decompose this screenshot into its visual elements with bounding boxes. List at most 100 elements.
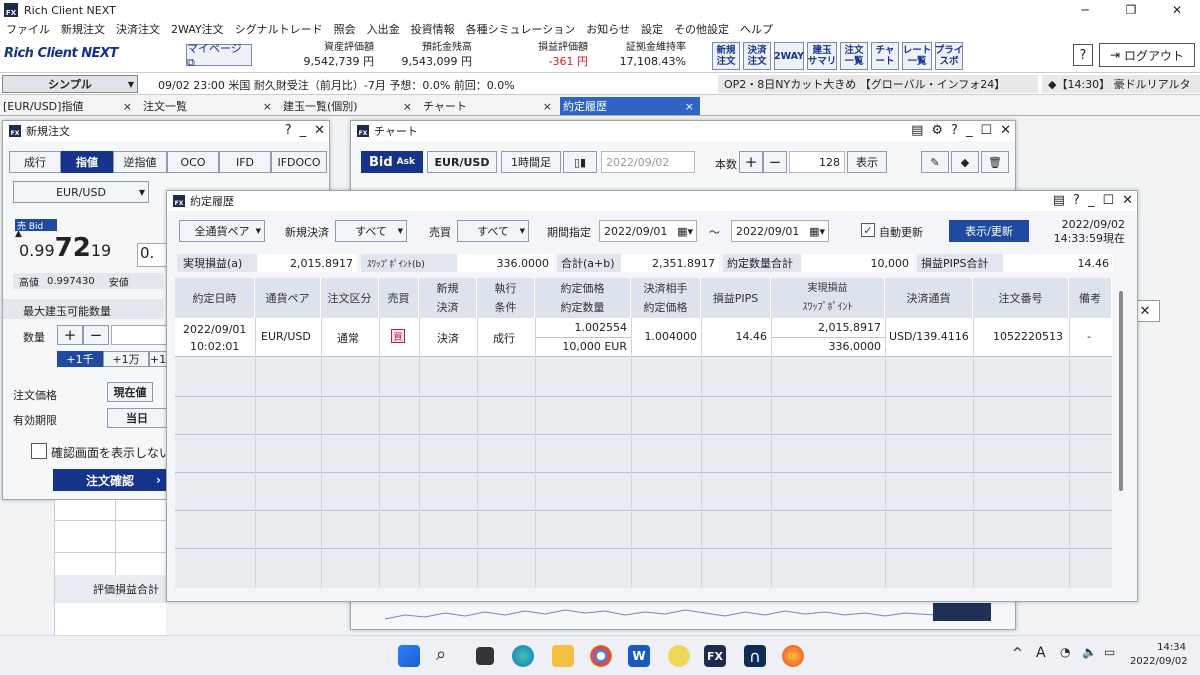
menu-info[interactable]: 投資情報 xyxy=(411,21,455,37)
menu-settings[interactable]: 設定 xyxy=(641,21,663,37)
chrome-icon[interactable] xyxy=(590,645,612,667)
period-select[interactable]: 1時間足 xyxy=(501,151,561,173)
close-icon[interactable]: × xyxy=(123,100,132,113)
tab-position-list[interactable]: 建玉一覧(個別) × xyxy=(280,97,418,115)
eraser-icon[interactable]: ◆ xyxy=(951,151,979,173)
order-type-limit[interactable]: 指値 xyxy=(61,151,113,173)
qty-input[interactable] xyxy=(111,325,167,345)
gear-icon[interactable]: ⚙ xyxy=(931,123,943,138)
menu-signal[interactable]: シグナルトレード xyxy=(235,21,323,37)
fx-app-icon[interactable]: FX xyxy=(704,645,726,667)
chart-date-input[interactable]: 2022/09/02 xyxy=(601,151,695,173)
side-select[interactable]: すべて ▼ xyxy=(457,220,529,242)
menu-notice[interactable]: お知らせ xyxy=(586,21,630,37)
chevron-up-icon[interactable]: ^ xyxy=(1012,646,1023,661)
close-icon[interactable]: ✕ xyxy=(1000,123,1011,138)
col-exec-datetime[interactable]: 約定日時 xyxy=(175,278,255,318)
qty-step-more[interactable]: +1 xyxy=(149,351,167,367)
col-counter-price[interactable]: 決済相手 約定価格 xyxy=(631,278,701,318)
help-icon[interactable]: ? xyxy=(951,123,958,138)
tab-order-list[interactable]: 注文一覧 × xyxy=(140,97,278,115)
speaker-icon[interactable]: 🔈 xyxy=(1082,645,1097,659)
close-icon[interactable]: × xyxy=(263,100,272,113)
close-icon[interactable]: × xyxy=(403,100,412,113)
tool-rate-list-button[interactable]: レート 一覧 xyxy=(902,42,932,70)
folder-icon[interactable] xyxy=(552,645,574,667)
minimize-icon[interactable]: _ xyxy=(966,123,973,138)
maximize-icon[interactable]: ☐ xyxy=(1102,193,1114,208)
menu-deposit[interactable]: 入出金 xyxy=(367,21,400,37)
count-input[interactable]: 128 xyxy=(789,151,845,173)
logout-button[interactable]: ⇥ ログアウト xyxy=(1099,43,1195,67)
display-mode-select[interactable]: シンプル ▼ xyxy=(2,75,138,93)
refresh-button[interactable]: 表示/更新 xyxy=(949,220,1029,242)
count-plus-button[interactable]: + xyxy=(739,151,763,173)
csv-icon[interactable]: ▤ xyxy=(911,123,923,138)
range-handle[interactable] xyxy=(933,603,991,621)
qty-minus-button[interactable]: − xyxy=(83,325,109,345)
maximize-icon[interactable]: ☐ xyxy=(980,123,992,138)
auto-update-checkbox[interactable]: ✓ xyxy=(861,223,875,237)
col-pips[interactable]: 損益PIPS xyxy=(701,278,771,318)
pair-filter-select[interactable]: 全通貨ペア ▼ xyxy=(179,220,265,242)
close-icon[interactable]: × xyxy=(543,100,552,113)
tool-price-board-button[interactable]: プライ スボ xyxy=(935,42,963,70)
new-close-select[interactable]: すべて ▼ xyxy=(335,220,407,242)
tool-order-list-button[interactable]: 注文 一覧 xyxy=(840,42,868,70)
wifi-icon[interactable]: ◔ xyxy=(1060,645,1070,659)
search-icon[interactable]: ⌕ xyxy=(436,644,446,665)
col-order-no[interactable]: 注文番号 xyxy=(973,278,1069,318)
close-icon[interactable]: × xyxy=(685,100,694,113)
order-confirm-button[interactable]: 注文確認 › xyxy=(53,469,167,491)
mypage-button[interactable]: マイページ ⧉ xyxy=(186,42,252,69)
edge-icon[interactable] xyxy=(512,645,534,667)
col-pair[interactable]: 通貨ペア xyxy=(255,278,321,318)
help-icon[interactable]: ? xyxy=(1073,193,1080,208)
news-ticker-2[interactable]: ◆【14:30】 豪ドルリアルタ xyxy=(1042,75,1200,93)
expiry-select[interactable]: 当日 xyxy=(107,408,167,428)
minimize-button[interactable]: ─ xyxy=(1062,0,1108,20)
help-icon[interactable]: ? xyxy=(285,123,292,138)
order-type-oco[interactable]: OCO xyxy=(167,151,219,173)
close-button[interactable]: ✕ xyxy=(1154,0,1200,20)
col-pnl-swap[interactable]: 実現損益 ｽﾜｯﾌﾟﾎﾟｲﾝﾄ xyxy=(771,278,885,318)
date-to-input[interactable]: 2022/09/01 ▦▾ xyxy=(731,220,829,242)
tool-2way-button[interactable]: 2WAY xyxy=(774,42,804,70)
restore-button[interactable]: ❐ xyxy=(1108,0,1154,20)
battery-icon[interactable]: ▭ xyxy=(1104,645,1115,659)
order-type-ifdoco[interactable]: IFDOCO xyxy=(271,151,327,173)
chart-show-button[interactable]: 表示 xyxy=(847,151,887,173)
menu-inquiry[interactable]: 照会 xyxy=(334,21,356,37)
ime-indicator[interactable]: A xyxy=(1036,645,1046,661)
task-view-icon[interactable] xyxy=(476,647,494,665)
windows-start-icon[interactable] xyxy=(398,645,420,667)
col-side[interactable]: 売買 xyxy=(379,278,419,318)
order-type-market[interactable]: 成行 xyxy=(9,151,61,173)
menu-2way[interactable]: 2WAY注文 xyxy=(171,21,224,37)
col-new-close[interactable]: 新規 決済 xyxy=(419,278,477,318)
economic-news[interactable]: 09/02 23:00 米国 耐久財受注（前月比）-7月 予想：0.0% 前回：… xyxy=(158,77,515,93)
buy-price[interactable]: 0. xyxy=(137,243,167,267)
firefox-icon[interactable] xyxy=(782,645,804,667)
minimize-icon[interactable]: _ xyxy=(1088,193,1095,208)
col-order-type[interactable]: 注文区分 xyxy=(321,278,379,318)
qty-plus-button[interactable]: + xyxy=(57,325,83,345)
tool-position-summary-button[interactable]: 建玉 サマリ xyxy=(807,42,837,70)
menu-simulation[interactable]: 各種シミュレーション xyxy=(466,21,576,37)
menu-new-order[interactable]: 新規注文 xyxy=(61,21,105,37)
qty-step-1k[interactable]: +1千 xyxy=(57,351,103,367)
notion-like-icon[interactable]: ∩ xyxy=(744,645,766,667)
candle-type-icon[interactable]: ▯▮ xyxy=(563,151,597,173)
help-button[interactable]: ? xyxy=(1073,44,1093,66)
bid-ask-toggle[interactable]: Bid Ask xyxy=(361,151,423,173)
menu-close-order[interactable]: 決済注文 xyxy=(116,21,160,37)
tab-limit-order[interactable]: [EUR/USD]指値 × xyxy=(0,97,138,115)
currency-pair-select[interactable]: EUR/USD ▼ xyxy=(13,181,149,203)
close-icon[interactable]: ✕ xyxy=(314,123,325,138)
menu-file[interactable]: ファイル xyxy=(6,21,50,37)
app-icon[interactable] xyxy=(668,645,690,667)
tab-execution-history[interactable]: 約定履歴 × xyxy=(560,97,700,115)
confirm-checkbox[interactable] xyxy=(31,443,47,459)
order-type-stop[interactable]: 逆指値 xyxy=(113,151,167,173)
tool-chart-button[interactable]: チャ ート xyxy=(871,42,899,70)
